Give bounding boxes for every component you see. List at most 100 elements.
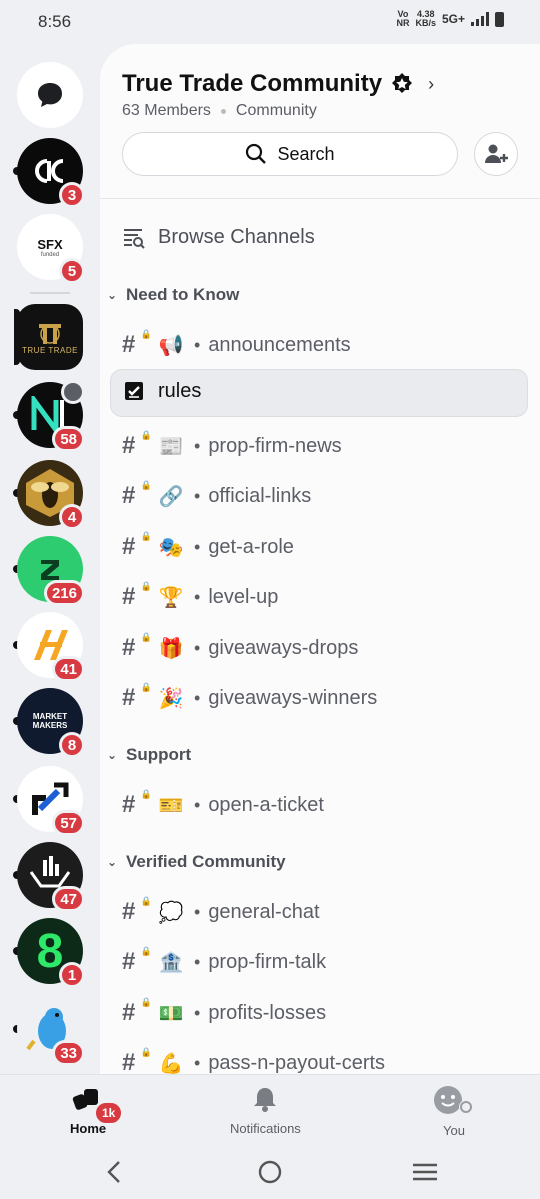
browse-channels-button[interactable]: Browse Channels bbox=[122, 226, 315, 249]
add-user-icon bbox=[485, 144, 508, 163]
channel-emoji: 💪 bbox=[158, 1052, 184, 1075]
locked-text-channel-icon: # 🔒 bbox=[122, 430, 152, 459]
channel-pass-n-payout-certs[interactable]: # 🔒 💪 • pass-n-payout-certs bbox=[122, 1043, 385, 1074]
server-type: Community bbox=[235, 102, 317, 119]
server-dragon[interactable]: 33 bbox=[13, 996, 85, 1066]
system-navigation-bar bbox=[0, 1150, 540, 1199]
tab-notifications-label: Notifications bbox=[230, 1121, 301, 1136]
recents-icon[interactable] bbox=[411, 1162, 439, 1182]
chat-bubble-icon bbox=[17, 62, 83, 128]
channel-emoji: 📢 bbox=[158, 334, 184, 357]
search-label: Search bbox=[277, 143, 335, 164]
channel-get-a-role[interactable]: # 🔒 🎭 • get-a-role bbox=[122, 527, 294, 567]
status-time: 8:56 bbox=[38, 12, 72, 31]
channel-level-up[interactable]: # 🔒 🏆 • level-up bbox=[122, 577, 278, 617]
tab-notifications[interactable]: Notifications bbox=[230, 1085, 301, 1136]
channel-name: giveaways-winners bbox=[208, 686, 378, 709]
category-label: Support bbox=[126, 745, 192, 764]
channel-general-chat[interactable]: # 🔒 💭 • general-chat bbox=[122, 892, 320, 932]
back-icon[interactable] bbox=[104, 1160, 124, 1184]
server-h[interactable]: 41 bbox=[13, 612, 85, 682]
search-button[interactable]: Search bbox=[122, 132, 458, 176]
server-green[interactable]: 216 bbox=[13, 536, 85, 606]
channel-name: announcements bbox=[208, 333, 351, 356]
member-count: 63 Members bbox=[122, 102, 211, 119]
category-need-to-know[interactable]: ⌄ Need to Know bbox=[106, 285, 239, 305]
unread-badge: 33 bbox=[52, 1040, 85, 1066]
channel-giveaways-drops[interactable]: # 🔒 🎁 • giveaways-drops bbox=[122, 628, 358, 668]
locked-text-channel-icon: # 🔒 bbox=[122, 789, 152, 818]
server-eight[interactable]: 8 1 bbox=[13, 918, 85, 988]
channel-emoji: 🏆 bbox=[158, 586, 184, 609]
home-unread-badge: 1k bbox=[94, 1101, 124, 1125]
server-bee[interactable]: 4 bbox=[13, 460, 85, 530]
bottom-navigation: Home 1k Notifications You bbox=[0, 1074, 540, 1150]
server-header[interactable]: True Trade Community › bbox=[122, 70, 434, 98]
home-circle-icon[interactable] bbox=[257, 1159, 283, 1185]
battery-icon bbox=[495, 11, 504, 27]
unread-badge: 58 bbox=[52, 426, 85, 452]
unread-badge: 3 bbox=[59, 182, 85, 208]
channel-emoji: 🎭 bbox=[158, 536, 184, 559]
category-verified-community[interactable]: ⌄ Verified Community bbox=[106, 852, 286, 872]
channel-emoji: 🎫 bbox=[158, 794, 184, 817]
channel-name: official-links bbox=[208, 484, 312, 507]
tab-you[interactable]: You bbox=[432, 1085, 476, 1138]
browse-channels-label: Browse Channels bbox=[158, 226, 315, 248]
locked-text-channel-icon: # 🔒 bbox=[122, 632, 152, 661]
channel-official-links[interactable]: # 🔒 🔗 • official-links bbox=[122, 476, 311, 516]
server-n[interactable]: 58 bbox=[13, 380, 85, 452]
locked-text-channel-icon: # 🔒 bbox=[122, 682, 152, 711]
volte-indicator: Vo NR bbox=[396, 9, 410, 28]
server-true-trade[interactable]: TRUE TRADE bbox=[14, 304, 83, 370]
data-speed: 4.38 KB/s bbox=[415, 9, 436, 28]
status-bar: 8:56 Vo NR 4.38 KB/s 5G+ bbox=[0, 0, 540, 44]
channel-open-a-ticket[interactable]: # 🔒 🎫 • open-a-ticket bbox=[122, 785, 324, 825]
locked-text-channel-icon: # 🔒 bbox=[122, 329, 152, 358]
channel-announcements[interactable]: # 🔒 📢 • announcements bbox=[122, 325, 351, 365]
unread-badge: 4 bbox=[59, 504, 85, 530]
channel-name: giveaways-drops bbox=[208, 636, 359, 659]
locked-text-channel-icon: # 🔒 bbox=[122, 997, 152, 1026]
server-arrow[interactable]: 57 bbox=[13, 766, 85, 836]
direct-messages-button[interactable] bbox=[17, 62, 83, 128]
channel-name: get-a-role bbox=[208, 535, 294, 558]
chevron-down-icon: ⌄ bbox=[106, 855, 118, 869]
unread-badge: 47 bbox=[52, 886, 85, 912]
server-ac[interactable]: 3 bbox=[13, 138, 85, 208]
server-rail: 3 SFX funded 5 TRUE TRADE 58 4 216 41 MA… bbox=[0, 44, 100, 1074]
community-badge-icon bbox=[392, 73, 413, 93]
locked-text-channel-icon: # 🔒 bbox=[122, 531, 152, 560]
channel-name: general-chat bbox=[208, 900, 320, 923]
channel-prop-firm-talk[interactable]: # 🔒 🏦 • prop-firm-talk bbox=[122, 942, 326, 982]
invite-members-button[interactable] bbox=[474, 132, 518, 176]
search-icon bbox=[246, 143, 267, 164]
status-indicators: Vo NR 4.38 KB/s 5G+ bbox=[396, 10, 504, 28]
channel-emoji: 🎉 bbox=[158, 687, 184, 710]
server-market-makers[interactable]: MARKET MAKERS 8 bbox=[13, 688, 85, 758]
tab-home[interactable]: Home 1k bbox=[70, 1085, 124, 1136]
server-name: True Trade Community bbox=[122, 70, 383, 97]
channel-giveaways-winners[interactable]: # 🔒 🎉 • giveaways-winners bbox=[122, 678, 377, 718]
channel-emoji: 💵 bbox=[158, 1002, 184, 1025]
server-meta: 63 Members Community bbox=[122, 102, 317, 120]
chevron-right-icon: › bbox=[428, 73, 435, 94]
locked-text-channel-icon: # 🔒 bbox=[122, 480, 152, 509]
channel-prop-firm-news[interactable]: # 🔒 📰 • prop-firm-news bbox=[122, 426, 342, 466]
server-hands[interactable]: 47 bbox=[13, 842, 85, 912]
category-support[interactable]: ⌄ Support bbox=[106, 745, 191, 765]
browse-channels-icon bbox=[124, 228, 145, 249]
channel-emoji: 📰 bbox=[158, 435, 184, 458]
channel-rules[interactable]: rules bbox=[122, 379, 201, 403]
unread-badge: 1 bbox=[59, 962, 85, 988]
channel-profits-losses[interactable]: # 🔒 💵 • profits-losses bbox=[122, 993, 326, 1033]
channel-name: pass-n-payout-certs bbox=[208, 1051, 386, 1074]
server-sfx-funded[interactable]: SFX funded 5 bbox=[17, 214, 85, 284]
channel-name: prop-firm-talk bbox=[208, 950, 327, 973]
category-label: Need to Know bbox=[126, 285, 240, 304]
unread-badge: 216 bbox=[43, 580, 85, 606]
channel-emoji: 🔗 bbox=[158, 485, 184, 508]
signal-icon bbox=[471, 12, 489, 26]
rail-divider bbox=[30, 292, 70, 294]
locked-text-channel-icon: # 🔒 bbox=[122, 1047, 152, 1074]
